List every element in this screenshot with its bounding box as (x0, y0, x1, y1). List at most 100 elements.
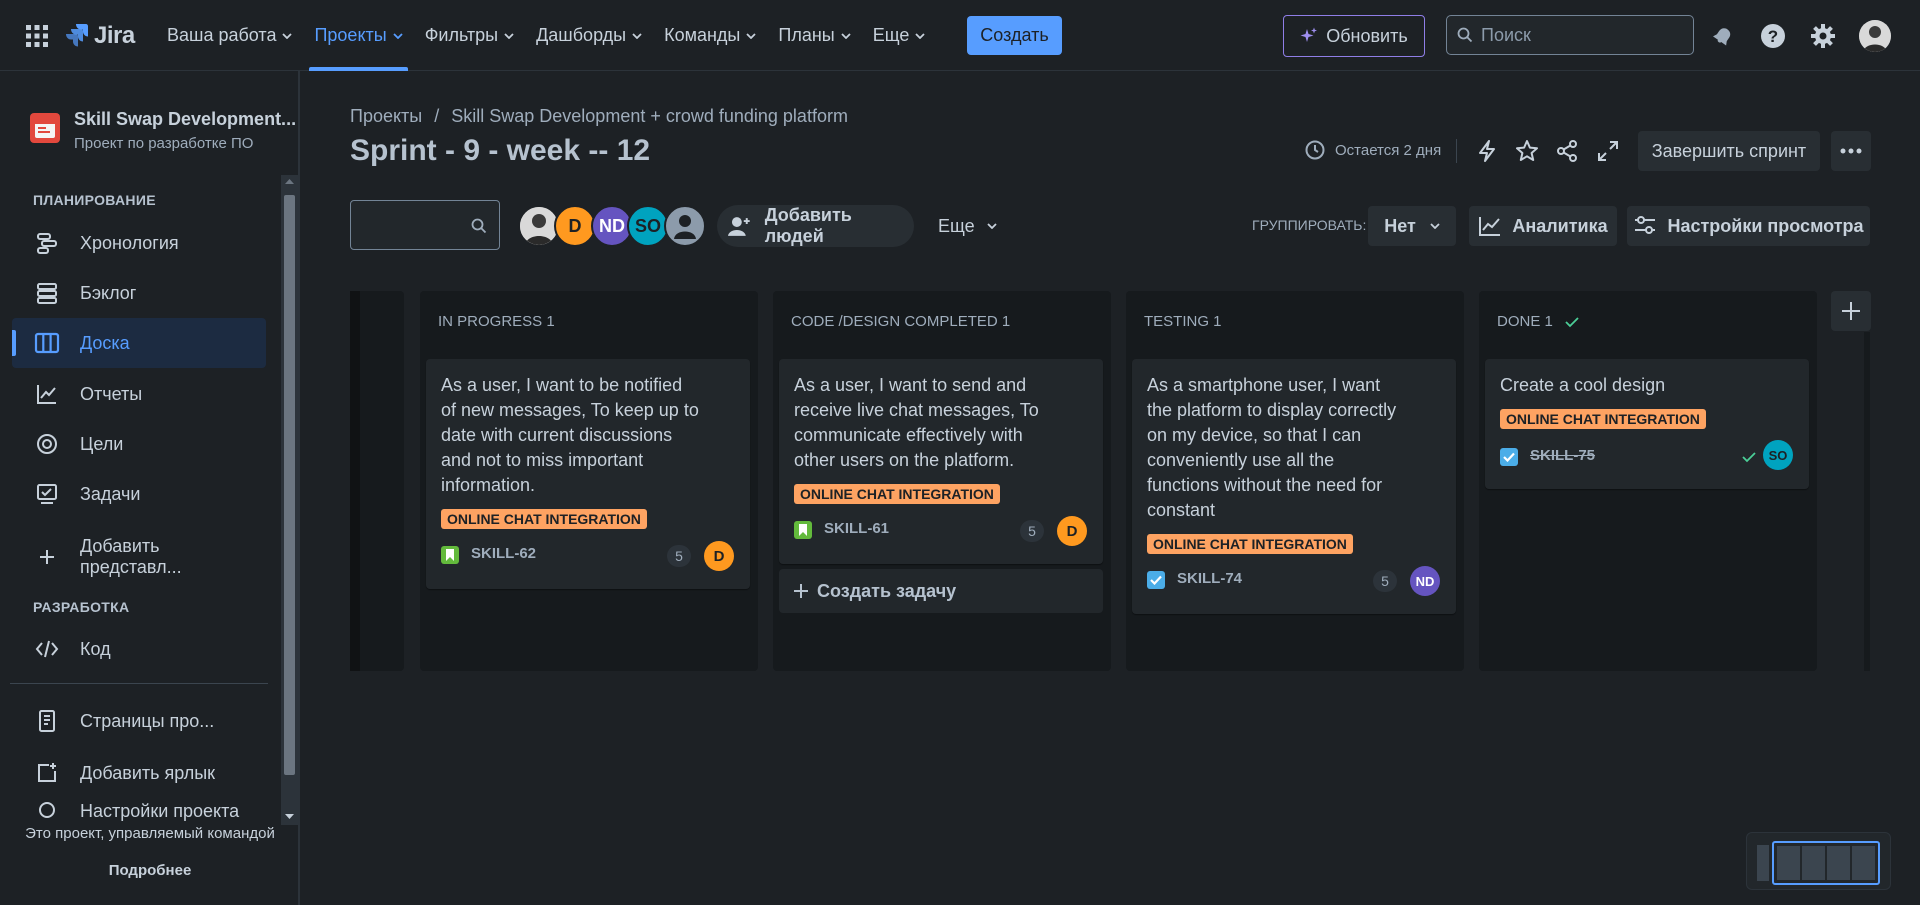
board-search-input[interactable] (359, 214, 459, 232)
unassigned-user-icon (674, 215, 696, 239)
sidebar-item-label: Код (80, 638, 111, 659)
add-people-label: Добавить людей (764, 205, 852, 246)
card-title: As a user, I want to be notified of new … (441, 375, 699, 495)
automation-icon[interactable] (1473, 137, 1501, 165)
sparkle-icon (1300, 27, 1318, 42)
timeline-icon (34, 230, 60, 256)
learn-more-link[interactable]: Подробнее (0, 862, 300, 879)
sidebar-item-timeline[interactable]: Хронология (12, 218, 266, 268)
sidebar-item-goals[interactable]: Цели (12, 419, 266, 469)
settings-gear-icon[interactable] (1809, 22, 1837, 50)
column-title: DONE 1 (1497, 313, 1553, 330)
done-check-icon (1565, 316, 1579, 327)
breadcrumb-projects[interactable]: Проекты (350, 106, 422, 127)
create-button[interactable]: Создать (967, 16, 1062, 55)
sliders-icon (1635, 216, 1656, 234)
issue-card[interactable]: As a smartphone user, I want the platfor… (1132, 359, 1456, 614)
scroll-up-icon[interactable] (281, 175, 298, 187)
avatar-filter-d[interactable]: D (554, 205, 596, 247)
app-switcher-icon[interactable] (26, 25, 48, 47)
star-icon[interactable] (1513, 137, 1541, 165)
search-icon (471, 218, 487, 234)
menu-your-work[interactable]: Ваша работа (156, 0, 303, 71)
sidebar-item-reports[interactable]: Отчеты (12, 369, 266, 419)
group-by-select[interactable]: Нет (1368, 206, 1456, 246)
top-menu: Ваша работа Проекты Фильтры Дашборды Ком… (156, 0, 936, 71)
board-column-code-design-completed: CODE /DESIGN COMPLETED 1 As a user, I wa… (773, 291, 1111, 671)
epic-label[interactable]: ONLINE CHAT INTEGRATION (1500, 409, 1706, 429)
clock-icon (1305, 140, 1325, 160)
sidebar-item-board[interactable]: Доска (12, 318, 266, 368)
board-search[interactable] (350, 200, 500, 250)
header-divider (1456, 139, 1457, 163)
avatar-filter-unassigned[interactable] (664, 205, 706, 247)
column-header: CODE /DESIGN COMPLETED 1 (791, 313, 1010, 330)
menu-more[interactable]: Еще (862, 0, 937, 71)
avatar-filter-so[interactable]: SO (627, 205, 669, 247)
assignee-avatar[interactable]: D (1057, 516, 1087, 546)
sidebar-item-issues[interactable]: Задачи (12, 469, 266, 519)
menu-plans[interactable]: Планы (767, 0, 861, 71)
search-input[interactable] (1481, 24, 1671, 46)
fullscreen-icon[interactable] (1594, 137, 1622, 165)
sidebar-scrollbar[interactable] (281, 175, 298, 825)
scroll-down-icon[interactable] (281, 811, 298, 823)
chevron-down-icon (841, 32, 851, 39)
epic-label[interactable]: ONLINE CHAT INTEGRATION (1147, 534, 1353, 554)
issue-key[interactable]: SKILL-61 (824, 520, 889, 537)
more-actions-button[interactable] (1831, 131, 1871, 171)
epic-label[interactable]: ONLINE CHAT INTEGRATION (441, 509, 647, 529)
view-settings-button[interactable]: Настройки просмотра (1627, 206, 1870, 246)
create-issue-button[interactable]: Создать задачу (779, 569, 1103, 613)
issue-card[interactable]: As a user, I want to send and receive li… (779, 359, 1103, 564)
analytics-button[interactable]: Аналитика (1469, 206, 1617, 246)
plus-icon (34, 544, 60, 570)
issue-card[interactable]: As a user, I want to be notified of new … (426, 359, 750, 589)
global-search[interactable] (1446, 15, 1694, 55)
upgrade-button[interactable]: Обновить (1283, 15, 1425, 57)
issue-key[interactable]: SKILL-62 (471, 545, 536, 562)
sidebar-item-pages[interactable]: Страницы про... (12, 696, 266, 746)
add-shortcut-icon (34, 760, 60, 786)
board-column-stub (350, 291, 404, 671)
add-column-button[interactable] (1831, 291, 1871, 331)
issue-key[interactable]: SKILL-75 (1530, 447, 1595, 464)
sidebar-item-label: Доска (80, 332, 130, 353)
menu-label: Команды (664, 25, 741, 45)
issue-key[interactable]: SKILL-74 (1177, 570, 1242, 587)
breadcrumb-project[interactable]: Skill Swap Development + crowd funding p… (451, 106, 848, 127)
column-header: TESTING 1 (1144, 313, 1222, 330)
sidebar-item-code[interactable]: Код (12, 624, 266, 674)
chevron-down-icon (632, 32, 642, 39)
notifications-icon[interactable] (1709, 22, 1737, 50)
sidebar-add-view[interactable]: Добавить представл... (12, 532, 266, 582)
jira-logo[interactable]: Jira (64, 20, 135, 52)
minimap-viewport[interactable] (1772, 841, 1880, 885)
share-icon[interactable] (1553, 137, 1581, 165)
menu-dashboards[interactable]: Дашборды (525, 0, 653, 71)
menu-filters[interactable]: Фильтры (414, 0, 525, 71)
user-avatar[interactable] (1859, 20, 1891, 52)
board-minimap[interactable] (1746, 832, 1891, 890)
backlog-icon (34, 280, 60, 306)
upgrade-label: Обновить (1326, 25, 1408, 46)
epic-label[interactable]: ONLINE CHAT INTEGRATION (794, 484, 1000, 504)
more-filters-button[interactable]: Еще (928, 205, 1007, 247)
sidebar-item-backlog[interactable]: Бэклог (12, 268, 266, 318)
sidebar-item-settings[interactable]: Настройки проекта (12, 797, 266, 825)
complete-sprint-button[interactable]: Завершить спринт (1638, 131, 1820, 171)
help-icon[interactable]: ? (1759, 22, 1787, 50)
sidebar-item-add-shortcut[interactable]: Добавить ярлык (12, 748, 266, 798)
add-people-button[interactable]: Добавить людей (717, 205, 914, 247)
project-header[interactable]: Skill Swap Development... Проект по разр… (30, 109, 296, 152)
menu-projects[interactable]: Проекты (303, 0, 413, 71)
sidebar-item-label: Добавить ярлык (80, 762, 216, 783)
assignee-avatar[interactable]: D (704, 541, 734, 571)
scrollbar-thumb[interactable] (284, 195, 295, 775)
top-navigation: Jira Ваша работа Проекты Фильтры Дашборд… (0, 0, 1920, 71)
menu-teams[interactable]: Команды (653, 0, 767, 71)
chevron-down-icon (986, 223, 997, 229)
issue-card[interactable]: Create a cool design ONLINE CHAT INTEGRA… (1485, 359, 1809, 489)
assignee-avatar[interactable]: SO (1763, 440, 1793, 470)
assignee-avatar[interactable]: ND (1410, 566, 1440, 596)
